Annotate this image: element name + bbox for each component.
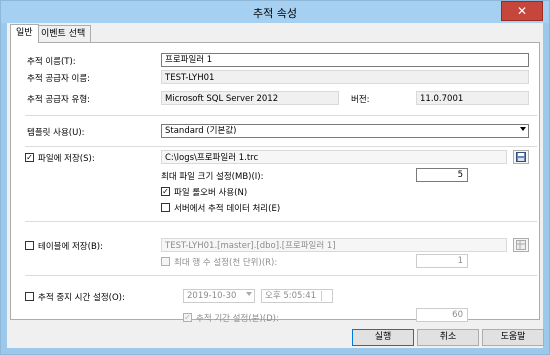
enable-rollover-checkbox[interactable]: ✓ [161,187,170,196]
max-rows-input[interactable]: 1 [416,254,468,268]
title-bar: 추적 속성 ✕ [1,1,549,23]
save-icon [516,152,526,162]
stop-time-label: 추적 중지 시간 설정(O): [38,293,125,303]
separator [25,221,537,222]
separator [25,146,537,147]
stop-date-value: 2019-10-30 [187,291,237,301]
trace-properties-window: 추적 속성 ✕ 일반 이벤트 선택 추적 이름(T): 프로파일러 1 추적 공… [0,0,550,355]
save-to-file-checkbox[interactable]: ✓ [25,153,34,162]
duration-checkbox[interactable]: ✓ [183,313,192,322]
close-icon: ✕ [516,4,528,18]
server-process-checkbox[interactable] [161,203,170,212]
server-process-label: 서버에서 추적 데이터 처리(E) [174,204,281,214]
provider-name-value: TEST-LYH01 [161,70,529,84]
table-icon [516,240,526,250]
template-selected-value: Standard (기본값) [165,126,237,136]
save-to-table-label: 테이블에 저장(B): [38,242,103,252]
trace-name-label: 추적 이름(T): [27,57,76,67]
browse-table-button[interactable] [513,238,529,252]
version-value: 11.0.7001 [416,91,529,105]
max-file-size-input[interactable]: 5 [416,168,468,182]
window-title: 추적 속성 [253,7,297,20]
chevron-down-icon [246,292,252,296]
spin-icon [321,291,331,301]
max-file-size-label: 최대 파일 크기 설정(MB)(I): [161,172,264,182]
close-button[interactable]: ✕ [501,1,543,21]
cancel-button[interactable]: 취소 [417,329,479,346]
duration-label: 추적 기간 설정(분)(D): [196,314,279,324]
save-to-file-label: 파일에 저장(S): [38,154,95,164]
stop-time-input[interactable]: 오후 5:05:41 [261,289,333,303]
tab-event-selection[interactable]: 이벤트 선택 [35,25,92,42]
stop-time-value: 오후 5:05:41 [265,291,317,301]
trace-name-input[interactable]: 프로파일러 1 [161,53,529,67]
save-to-table-checkbox[interactable] [25,241,34,250]
help-button[interactable]: 도움말 [482,329,544,346]
template-select[interactable]: Standard (기본값) [161,124,529,138]
stop-time-checkbox[interactable] [25,292,34,301]
tab-general[interactable]: 일반 [10,24,39,43]
separator [25,275,537,276]
max-rows-label: 최대 행 수 설정(천 단위)(R): [174,258,278,268]
browse-file-button[interactable] [513,150,529,164]
stop-date-picker[interactable]: 2019-10-30 [183,289,255,303]
file-path-value: C:\logs\프로파일러 1.trc [161,150,507,164]
table-destination-value: TEST-LYH01.[master].[dbo].[프로파일러 1] [161,238,507,252]
duration-input[interactable]: 60 [416,308,468,322]
chevron-down-icon [520,127,526,131]
max-rows-checkbox[interactable] [161,257,170,266]
provider-type-label: 추적 공급자 유형: [27,95,91,105]
template-label: 템플릿 사용(U): [27,128,85,138]
run-button[interactable]: 실행 [352,329,414,346]
version-label: 버전: [351,95,370,105]
dialog-client: 일반 이벤트 선택 추적 이름(T): 프로파일러 1 추적 공급자 이름: T… [7,23,544,348]
separator [25,115,537,116]
general-tab-panel: 추적 이름(T): 프로파일러 1 추적 공급자 이름: TEST-LYH01 … [10,42,540,324]
enable-rollover-label: 파일 롤오버 사용(N) [174,188,248,198]
provider-name-label: 추적 공급자 이름: [27,74,91,84]
provider-type-value: Microsoft SQL Server 2012 [161,91,339,105]
